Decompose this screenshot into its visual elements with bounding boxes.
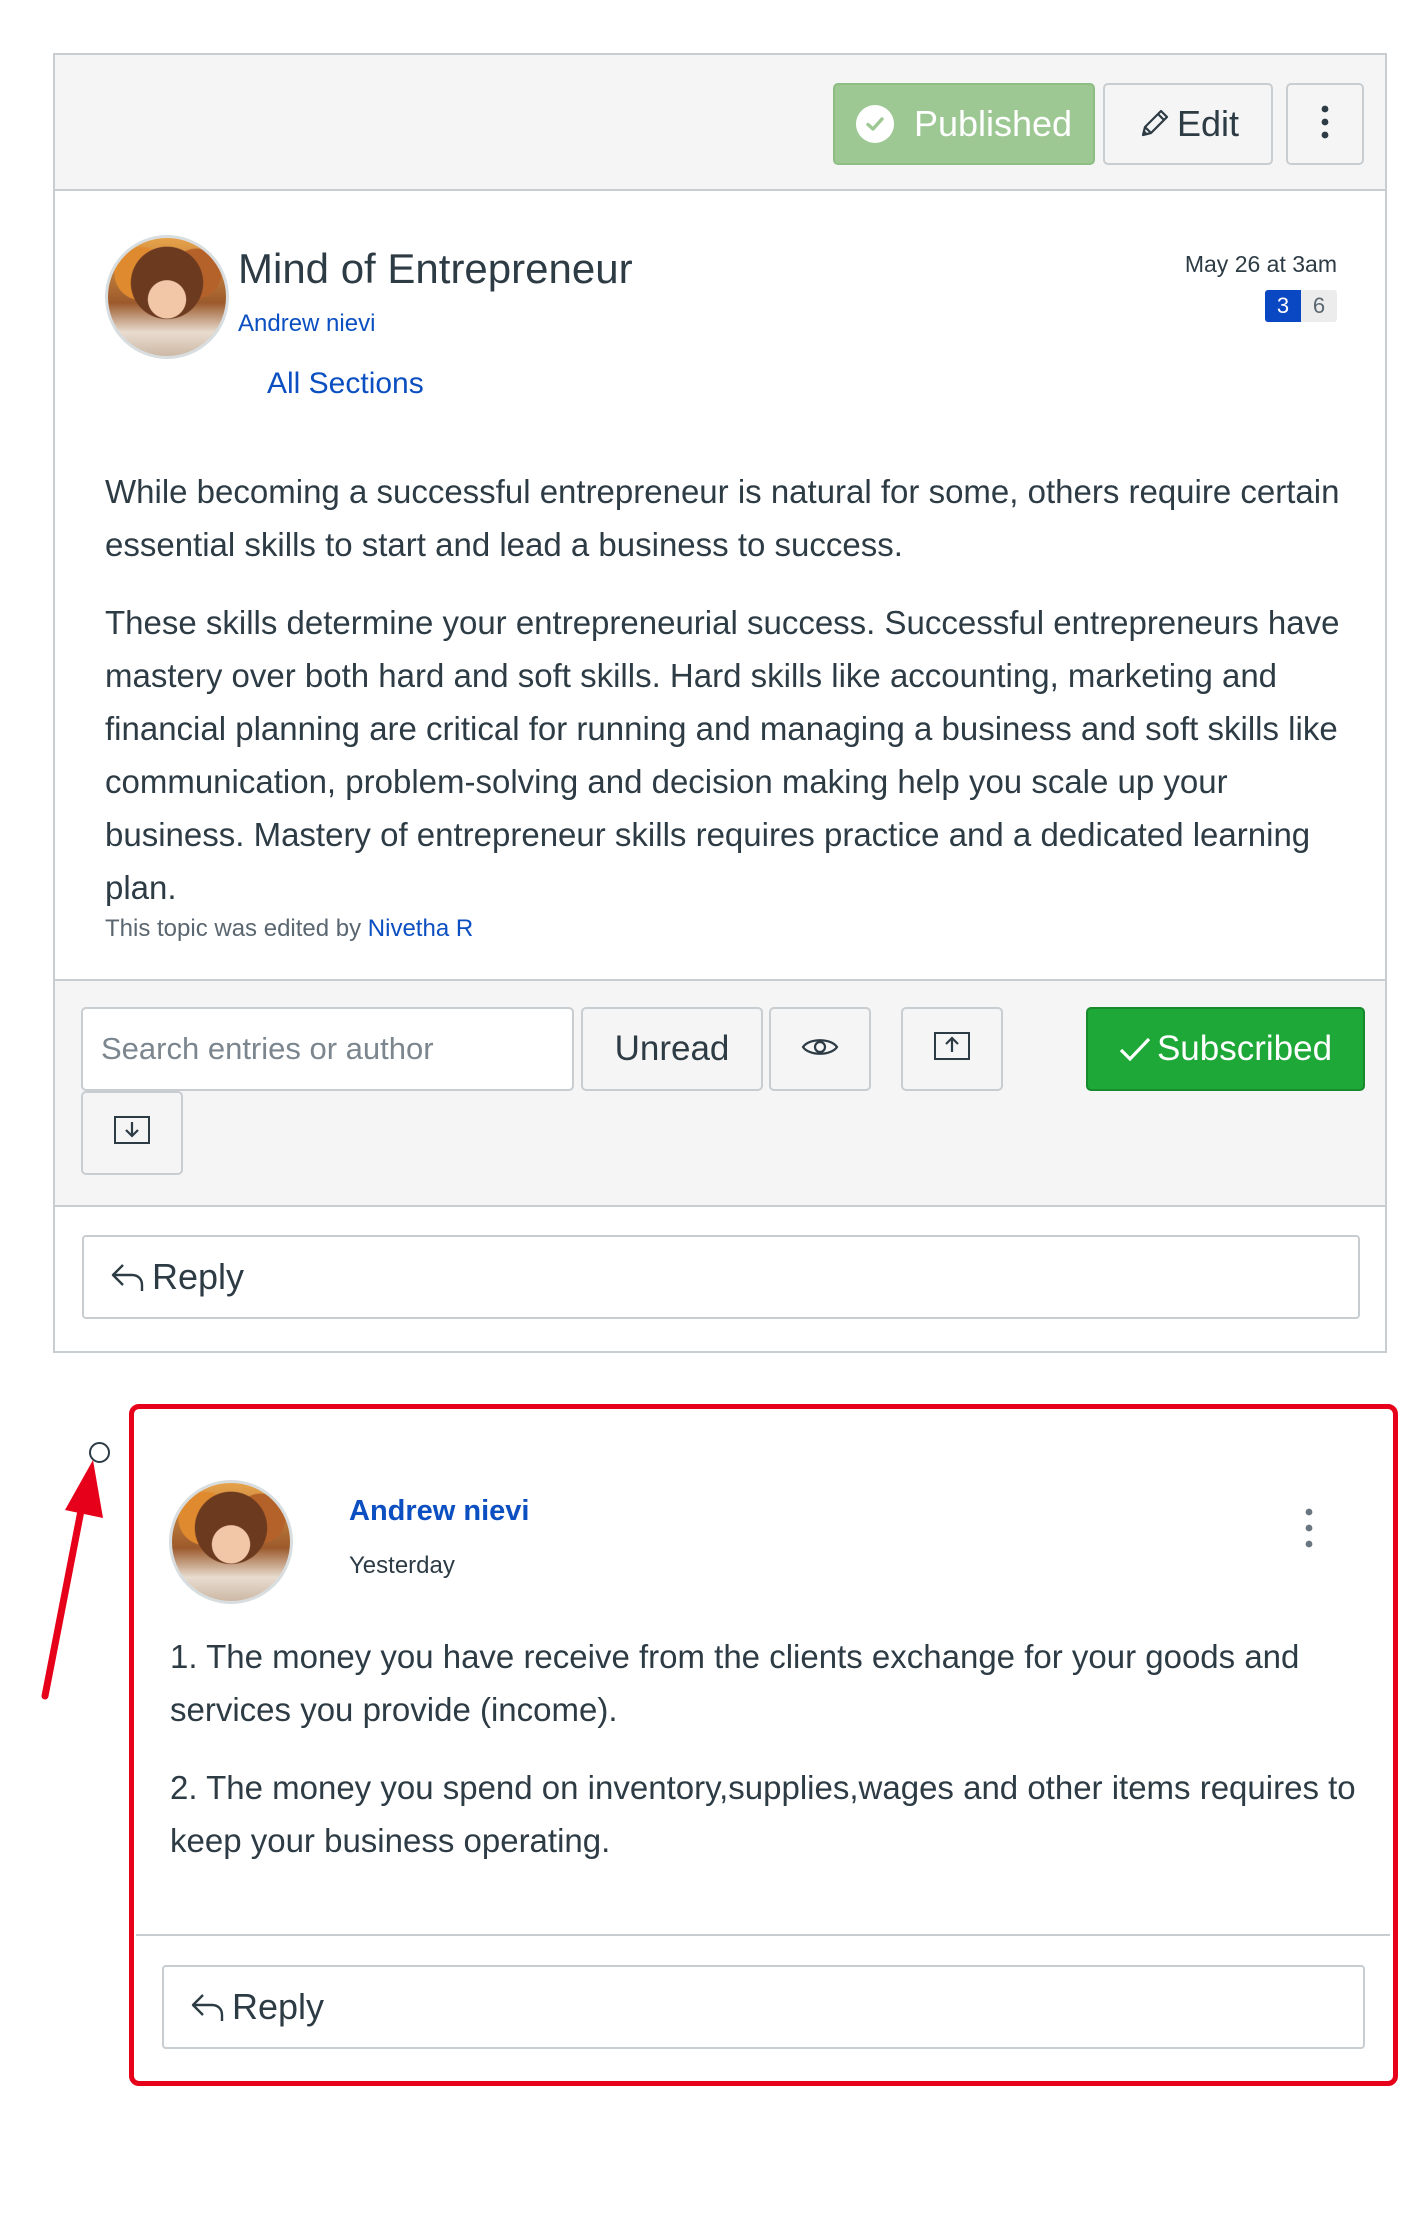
mark-all-read-button[interactable] xyxy=(769,1007,871,1091)
reply-arrow-icon xyxy=(190,1991,226,2023)
edited-by-prefix: This topic was edited by xyxy=(105,915,362,942)
discussion-entry: Andrew nievi Yesterday 1. The money you … xyxy=(136,1410,1390,2078)
entry-author-link[interactable]: Andrew nievi xyxy=(349,1495,530,1528)
kebab-menu-icon xyxy=(1298,1508,1320,1558)
entry-paragraph: 2. The money you spend on inventory,supp… xyxy=(170,1769,1356,1859)
topic-date: May 26 at 3am xyxy=(1184,251,1337,277)
subscribed-label: Subscribed xyxy=(1156,1029,1333,1068)
edited-by-note: This topic was edited by Nivetha R xyxy=(105,915,473,943)
unread-filter-label: Unread xyxy=(614,1029,730,1068)
published-label: Published xyxy=(913,103,1073,144)
entry-timestamp: Yesterday xyxy=(349,1552,455,1579)
checkmark-icon xyxy=(1119,1036,1151,1062)
reply-count-badge: 3 6 xyxy=(1265,290,1337,322)
topic-paragraph: While becoming a successful entrepreneur… xyxy=(105,473,1340,563)
pencil-icon xyxy=(1137,107,1171,141)
collapse-threads-button[interactable] xyxy=(901,1007,1003,1091)
kebab-menu-icon xyxy=(1320,104,1330,145)
topic-paragraph: These skills determine your entrepreneur… xyxy=(105,604,1340,906)
topic-toolbar: Published Edit xyxy=(55,55,1385,191)
entry-author-avatar[interactable] xyxy=(169,1480,293,1604)
subscribed-button[interactable]: Subscribed xyxy=(1086,1007,1365,1091)
red-arrow-icon xyxy=(41,1460,103,1700)
topic-message: While becoming a successful entrepreneur… xyxy=(105,465,1345,939)
search-input[interactable] xyxy=(81,1007,574,1091)
published-button[interactable]: Published xyxy=(833,83,1095,165)
check-circle-icon xyxy=(855,105,894,143)
entry-reply-button[interactable]: Reply xyxy=(162,1965,1365,2049)
topic-title: Mind of Entrepreneur xyxy=(238,245,633,292)
entry-options-button[interactable] xyxy=(1298,1502,1320,1554)
edit-button[interactable]: Edit xyxy=(1103,83,1273,165)
topic-author-link[interactable]: Andrew nievi xyxy=(238,310,375,338)
eye-icon xyxy=(801,1035,839,1064)
sections-link[interactable]: All Sections xyxy=(267,367,424,401)
reply-arrow-icon xyxy=(110,1261,146,1293)
editor-link[interactable]: Nivetha R xyxy=(368,915,473,942)
discussion-topic-card: Published Edit Mind of Entrepreneur Andr… xyxy=(53,53,1387,1353)
entry-message: 1. The money you have receive from the c… xyxy=(170,1630,1370,1892)
unread-filter-button[interactable]: Unread xyxy=(581,1007,763,1091)
author-avatar[interactable] xyxy=(105,235,229,359)
unread-count: 3 xyxy=(1265,290,1301,322)
download-icon xyxy=(112,1114,152,1153)
discussion-filter-bar: Unread Subscribed xyxy=(55,979,1385,1207)
entry-reply-label: Reply xyxy=(232,1986,325,2027)
upload-icon xyxy=(932,1030,972,1069)
entry-paragraph: 1. The money you have receive from the c… xyxy=(170,1638,1300,1728)
topic-reply-button[interactable]: Reply xyxy=(82,1235,1360,1319)
reply-label: Reply xyxy=(152,1256,245,1297)
entry-divider xyxy=(136,1934,1390,1936)
expand-threads-button[interactable] xyxy=(81,1091,183,1175)
topic-options-button[interactable] xyxy=(1286,83,1364,165)
total-count: 6 xyxy=(1301,290,1337,322)
edit-label: Edit xyxy=(1176,103,1240,144)
